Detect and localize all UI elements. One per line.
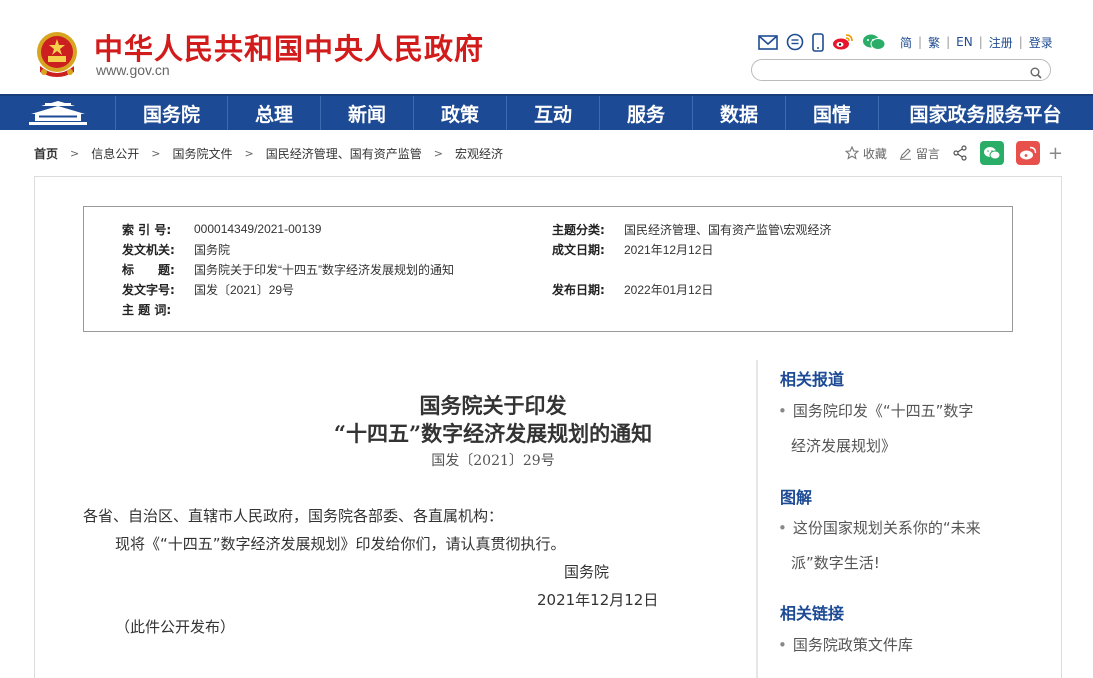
meta-title-label: 标 题: xyxy=(122,262,175,277)
meta-subject-row: 主题分类: 国民经济管理、国有资产监管\宏观经济 xyxy=(552,221,831,237)
search-box xyxy=(751,59,1051,81)
login-link[interactable]: 登录 xyxy=(1023,34,1059,51)
breadcrumb-state-council-docs[interactable]: 国务院文件 xyxy=(172,145,232,162)
breadcrumb: 首页 > 信息公开 > 国务院文件 > 国民经济管理、国有资产监管 > 宏观经济 xyxy=(34,144,503,162)
wechat-icon[interactable] xyxy=(862,33,886,51)
related-report-line2: 经济发展规划》 xyxy=(791,437,897,455)
share-button[interactable] xyxy=(952,145,968,161)
meta-issuer-value: 国务院 xyxy=(194,242,231,257)
chevron-right-icon: > xyxy=(244,146,254,160)
search-input[interactable] xyxy=(762,62,1017,78)
document-signature: 国务院 xyxy=(564,563,610,581)
document-salutation: 各省、自治区、直辖市人民政府，国务院各部委、各直属机构： xyxy=(83,507,504,525)
favorite-button[interactable]: 收藏 xyxy=(844,145,887,162)
lang-english-link[interactable]: EN xyxy=(950,35,979,49)
chevron-right-icon: > xyxy=(151,146,161,160)
chevron-right-icon: > xyxy=(70,146,80,160)
mobile-icon[interactable] xyxy=(812,32,824,52)
site-domain[interactable]: www.gov.cn xyxy=(96,62,170,78)
meta-title-value: 国务院关于印发“十四五”数字经济发展规划的通知 xyxy=(194,262,454,277)
share-wechat-button[interactable] xyxy=(979,141,1004,165)
meta-title-row: 标 题: 国务院关于印发“十四五”数字经济发展规划的通知 xyxy=(122,261,454,277)
related-links-heading: 相关链接 xyxy=(780,604,845,623)
illustration-heading: 图解 xyxy=(780,488,813,507)
meta-created-row: 成文日期: 2021年12月12日 xyxy=(552,241,713,257)
meta-subject-value: 国民经济管理、国有资产监管\宏观经济 xyxy=(624,222,832,237)
register-link[interactable]: 注册 xyxy=(983,34,1019,51)
tiananmen-icon xyxy=(28,101,87,125)
meta-keywords-label: 主 题 词: xyxy=(122,302,172,317)
nav-item-government-services[interactable]: 国家政务服务平台 xyxy=(878,96,1092,130)
document-note: （此件公开发布） xyxy=(115,618,236,636)
mail-icon[interactable] xyxy=(758,34,778,50)
nav-item-premier[interactable]: 总理 xyxy=(227,96,320,130)
meta-index-value: 000014349/2021-00139 xyxy=(194,222,322,236)
meta-issuer-row: 发文机关: 国务院 xyxy=(122,241,230,257)
bullet: • xyxy=(778,636,787,654)
policy-library-label: 国务院政策文件库 xyxy=(792,636,913,654)
search-icon[interactable] xyxy=(1030,64,1042,83)
breadcrumb-info-disclosure[interactable]: 信息公开 xyxy=(91,145,139,162)
related-report-link[interactable]: • 国务院印发《“十四五”数字 经济发展规划》 xyxy=(778,394,1028,464)
nav-item-interaction[interactable]: 互动 xyxy=(506,96,599,130)
illustration-line2: 派”数字生活! xyxy=(791,554,880,572)
nav-item-data[interactable]: 数据 xyxy=(692,96,785,130)
nav-item-news[interactable]: 新闻 xyxy=(320,96,413,130)
weibo-icon xyxy=(1019,146,1037,159)
comment-label: 留言 xyxy=(915,146,940,161)
nav-item-state-council[interactable]: 国务院 xyxy=(115,96,227,130)
meta-created-value: 2021年12月12日 xyxy=(624,242,714,257)
share-weibo-button[interactable] xyxy=(1015,141,1040,165)
illustration-line1: 这份国家规划关系你的“未来 xyxy=(792,519,981,537)
message-icon[interactable] xyxy=(786,33,804,51)
meta-index-label: 索 引 号: xyxy=(122,222,172,237)
meta-docno-row: 发文字号: 国发〔2021〕29号 xyxy=(122,281,294,297)
nav-item-services[interactable]: 服务 xyxy=(599,96,692,130)
lang-simplified-link[interactable]: 简 xyxy=(894,34,918,51)
plus-icon: + xyxy=(1047,142,1063,164)
meta-published-label: 发布日期: xyxy=(552,282,605,297)
wechat-icon xyxy=(983,146,1001,159)
breadcrumb-macroeconomy[interactable]: 宏观经济 xyxy=(455,145,503,162)
meta-docno-value: 国发〔2021〕29号 xyxy=(194,282,295,297)
main-nav: 国务院 总理 新闻 政策 互动 服务 数据 国情 国家政务服务平台 xyxy=(0,94,1093,130)
bullet: • xyxy=(778,402,787,420)
breadcrumb-economy-management[interactable]: 国民经济管理、国有资产监管 xyxy=(266,145,422,162)
bullet: • xyxy=(778,519,787,537)
document-metadata-table: 索 引 号: 000014349/2021-00139 主题分类: 国民经济管理… xyxy=(83,206,1013,332)
meta-published-row: 发布日期: 2022年01月12日 xyxy=(552,281,713,297)
lang-traditional-link[interactable]: 繁 xyxy=(922,34,946,51)
nav-home[interactable] xyxy=(0,96,115,130)
comment-button[interactable]: 留言 xyxy=(899,145,940,162)
illustration-link[interactable]: • 这份国家规划关系你的“未来 派”数字生活! xyxy=(778,511,1028,581)
top-utility-bar: 简 | 繁 | EN | 注册 | 登录 xyxy=(758,32,1059,52)
meta-published-value: 2022年01月12日 xyxy=(624,282,714,297)
article-tools: 收藏 留言 + xyxy=(833,141,1063,165)
weibo-icon[interactable] xyxy=(832,33,854,51)
meta-index-row: 索 引 号: 000014349/2021-00139 xyxy=(122,221,321,237)
policy-library-link[interactable]: • 国务院政策文件库 xyxy=(778,628,1028,663)
meta-keywords-row: 主 题 词: xyxy=(122,301,194,317)
breadcrumb-home[interactable]: 首页 xyxy=(34,145,58,162)
document-date: 2021年12月12日 xyxy=(537,591,659,609)
nav-item-national-profile[interactable]: 国情 xyxy=(785,96,878,130)
pencil-icon xyxy=(899,147,911,160)
chevron-right-icon: > xyxy=(433,146,443,160)
meta-created-label: 成文日期: xyxy=(552,242,605,257)
related-sidebar: 相关报道 • 国务院印发《“十四五”数字 经济发展规划》 图解 • 这份国家规划关系… xyxy=(756,360,1046,678)
meta-issuer-label: 发文机关: xyxy=(122,242,175,257)
star-icon xyxy=(844,146,859,160)
document-body: 现将《“十四五”数字经济发展规划》印发给你们，请认真贯彻执行。 xyxy=(115,535,566,553)
favorite-label: 收藏 xyxy=(862,146,887,161)
more-share-button[interactable]: + xyxy=(1048,143,1063,164)
meta-subject-label: 主题分类: xyxy=(552,222,605,237)
related-report-line1: 国务院印发《“十四五”数字 xyxy=(792,402,974,420)
nav-item-policies[interactable]: 政策 xyxy=(413,96,506,130)
meta-docno-label: 发文字号: xyxy=(122,282,175,297)
site-header: 中华人民共和国中央人民政府 www.gov.cn 简 | 繁 | EN | 注册 | 登… xyxy=(0,0,1093,94)
share-icon xyxy=(953,145,967,161)
language-login-links: 简 | 繁 | EN | 注册 | 登录 xyxy=(894,34,1059,51)
national-emblem-icon[interactable] xyxy=(34,30,80,80)
related-reports-heading: 相关报道 xyxy=(780,370,845,389)
